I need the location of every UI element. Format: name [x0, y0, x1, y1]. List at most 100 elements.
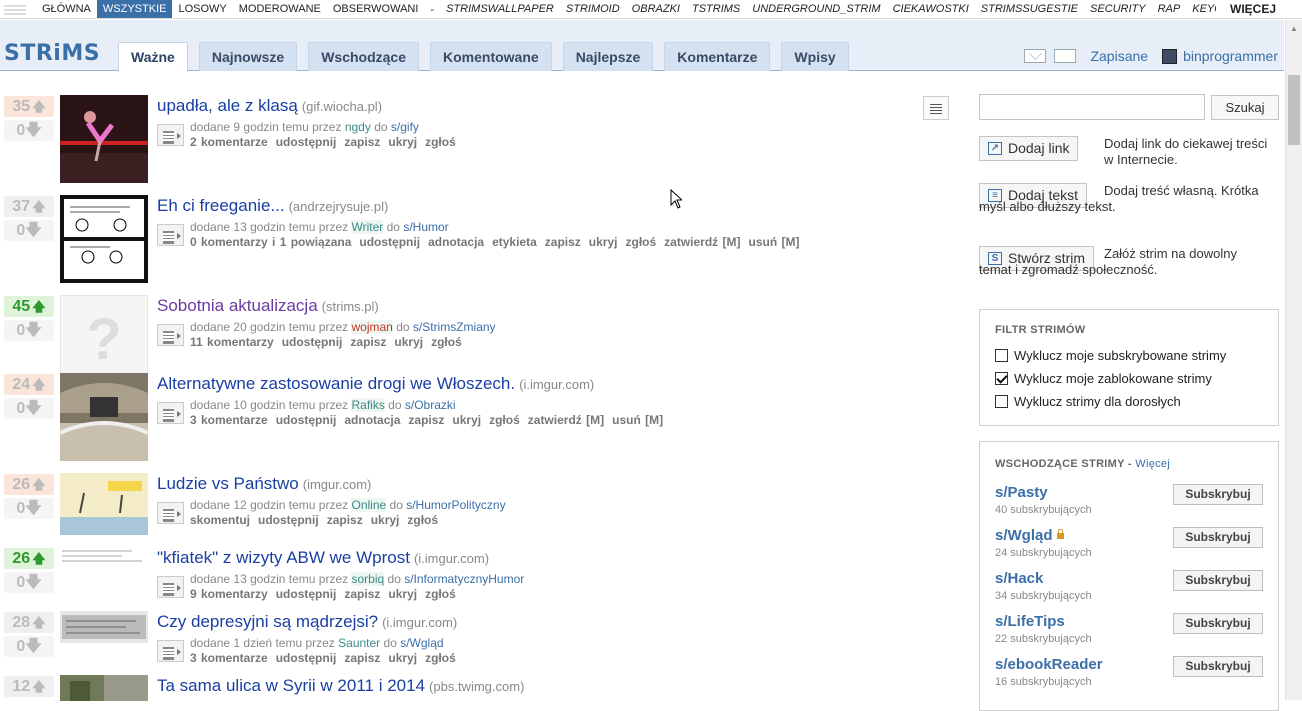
post-title[interactable]: "kfiatek" z wizyty ABW we Wprost (i.imgur… [157, 548, 489, 568]
downvote-button[interactable]: 0🡇 [4, 220, 54, 241]
upvote-button[interactable]: 35 🡅 [4, 96, 54, 117]
subscribe-button[interactable]: Subskrybuj [1173, 613, 1263, 634]
comment-link[interactable]: skomentuj [190, 513, 250, 527]
filter-option-adult[interactable]: Wyklucz strimy dla dorosłych [995, 390, 1263, 413]
post-thumbnail[interactable] [60, 675, 148, 701]
strim-link[interactable]: s/StrimsZmiany [413, 320, 496, 334]
delete-link[interactable]: usuń [M] [612, 413, 663, 427]
strim-link[interactable]: s/Wgląd [400, 636, 443, 650]
comments-link[interactable]: 9 komentarzy [190, 587, 268, 601]
upvote-button[interactable]: 26 🡅 [4, 474, 54, 495]
page-scrollbar[interactable]: ▲ [1285, 20, 1302, 700]
author-link[interactable]: ngdy [345, 120, 371, 134]
share-link[interactable]: udostępnij [276, 587, 337, 601]
author-link[interactable]: Writer [351, 220, 384, 234]
post-title[interactable]: Ta sama ulica w Syrii w 2011 i 2014 (pbs.… [157, 676, 524, 696]
upvote-button[interactable]: 24 🡅 [4, 374, 54, 395]
expand-preview-button[interactable] [157, 324, 184, 346]
strim-link[interactable]: s/gify [391, 120, 419, 134]
strim-name-link[interactable]: s/ebookReader [995, 656, 1103, 673]
post-title[interactable]: Alternatywne zastosowanie drogi we Włosz… [157, 374, 594, 394]
checkbox-unchecked[interactable] [995, 395, 1008, 408]
hide-link[interactable]: ukryj [394, 335, 423, 349]
report-link[interactable]: zgłoś [625, 235, 656, 249]
author-link[interactable]: sorbiq [351, 572, 385, 586]
upvote-button[interactable]: 26 🡅 [4, 548, 54, 569]
topnav-strim-ciekawostki[interactable]: CIEKAWOSTKI [887, 0, 975, 18]
post-thumbnail[interactable] [60, 195, 148, 283]
author-link[interactable]: Online [351, 498, 387, 512]
topnav-strim-strimssugestie[interactable]: STRIMSSUGESTIE [975, 0, 1084, 18]
annotation-link[interactable]: adnotacja [344, 413, 400, 427]
scroll-up-arrow-icon[interactable]: ▲ [1286, 20, 1302, 37]
save-link[interactable]: zapisz [408, 413, 444, 427]
topnav-strim-strimswallpaper[interactable]: STRIMSWALLPAPER [440, 0, 560, 18]
subscribe-button[interactable]: Subskrybuj [1173, 484, 1263, 505]
save-link[interactable]: zapisz [350, 335, 386, 349]
topnav-strim-obrazki[interactable]: OBRAZKI [626, 0, 686, 18]
expand-preview-button[interactable] [157, 402, 184, 424]
hide-link[interactable]: ukryj [371, 513, 400, 527]
upvote-button[interactable]: 12 🡅 [4, 676, 54, 697]
share-link[interactable]: udostępnij [282, 335, 343, 349]
checkbox-checked[interactable] [995, 372, 1008, 385]
label-link[interactable]: etykieta [492, 235, 537, 249]
strim-name-link[interactable]: s/Hack [995, 570, 1043, 587]
comments-link[interactable]: 0 komentarzy i 1 powiązana [190, 235, 351, 249]
share-link[interactable]: udostępnij [359, 235, 420, 249]
upvote-button[interactable]: 37 🡅 [4, 196, 54, 217]
author-link[interactable]: Rafiks [351, 398, 385, 412]
post-thumbnail[interactable] [60, 611, 148, 643]
comments-link[interactable]: 3 komentarze [190, 651, 268, 665]
topnav-strim-security[interactable]: SECURITY [1084, 0, 1152, 18]
report-link[interactable]: zgłoś [489, 413, 520, 427]
comments-link[interactable]: 11 komentarzy [190, 335, 274, 349]
post-title[interactable]: Czy depresyjni są mądrzejsi? (i.imgur.com… [157, 612, 457, 632]
downvote-button[interactable]: 0🡇 [4, 498, 54, 519]
topnav-strim-underground[interactable]: UNDERGROUND_STRIM [746, 0, 886, 18]
list-menu-icon[interactable] [923, 96, 949, 120]
rising-more-link[interactable]: Więcej [1135, 458, 1170, 470]
strim-name-link[interactable]: s/Pasty [995, 484, 1048, 501]
report-link[interactable]: zgłoś [425, 651, 456, 665]
subscribe-button[interactable]: Subskrybuj [1173, 570, 1263, 591]
search-input[interactable] [979, 94, 1205, 120]
placeholder-thumbnail-icon[interactable]: ? [60, 295, 148, 383]
share-link[interactable]: udostępnij [276, 413, 337, 427]
downvote-button[interactable]: 0🡇 [4, 572, 54, 593]
upvote-button[interactable]: 28 🡅 [4, 612, 54, 633]
messages-icon[interactable] [1024, 49, 1047, 63]
hide-link[interactable]: ukryj [388, 587, 417, 601]
save-link[interactable]: zapisz [545, 235, 581, 249]
avatar[interactable] [1162, 48, 1178, 64]
filter-option-subscribed[interactable]: Wyklucz moje subskrybowane strimy [995, 344, 1263, 367]
downvote-button[interactable]: 0🡇 [4, 120, 54, 141]
post-thumbnail[interactable] [60, 547, 148, 565]
report-link[interactable]: zgłoś [425, 587, 456, 601]
topnav-moderowane[interactable]: MODEROWANE [233, 0, 327, 18]
strim-link[interactable]: s/Obrazki [405, 398, 456, 412]
subscribe-button[interactable]: Subskrybuj [1173, 656, 1263, 677]
post-title[interactable]: Eh ci freeganie... (andrzejrysuje.pl) [157, 196, 388, 216]
expand-preview-button[interactable] [157, 124, 184, 146]
hide-link[interactable]: ukryj [589, 235, 618, 249]
topnav-wszystkie[interactable]: WSZYSTKIE [96, 0, 173, 18]
topnav-obserwowani[interactable]: OBSERWOWANI [327, 0, 425, 18]
tab-wschodzace[interactable]: Wschodzące [308, 42, 419, 71]
filter-option-blocked[interactable]: Wyklucz moje zablokowane strimy [995, 367, 1263, 390]
strim-name-link[interactable]: s/LifeTips [995, 613, 1065, 630]
approve-link[interactable]: zatwierdź [M] [528, 413, 604, 427]
save-link[interactable]: zapisz [344, 651, 380, 665]
scrollbar-thumb[interactable] [1288, 75, 1300, 145]
hide-link[interactable]: ukryj [452, 413, 481, 427]
expand-preview-button[interactable] [157, 502, 184, 524]
share-link[interactable]: udostępnij [258, 513, 319, 527]
expand-preview-button[interactable] [157, 576, 184, 598]
tab-najlepsze[interactable]: Najlepsze [562, 42, 654, 71]
expand-preview-button[interactable] [157, 224, 184, 246]
tab-wazne[interactable]: Ważne [118, 42, 188, 72]
saved-link[interactable]: Zapisane [1090, 48, 1148, 64]
share-link[interactable]: udostępnij [276, 651, 337, 665]
hamburger-menu-icon[interactable] [4, 5, 26, 15]
upvote-button[interactable]: 45 🡅 [4, 296, 54, 317]
